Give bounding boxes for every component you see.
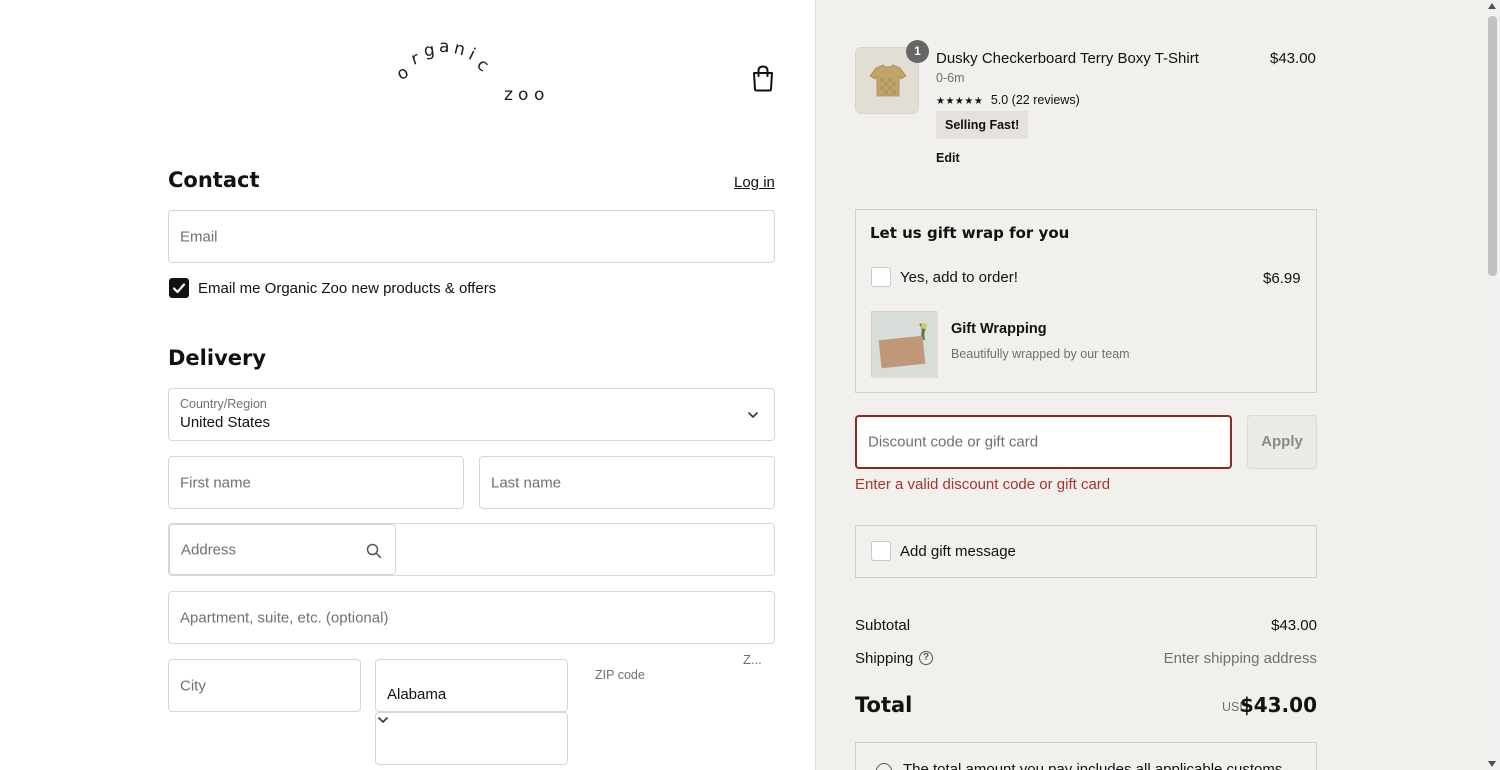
svg-text:g: g [423,40,438,62]
gift-wrap-checkbox-label[interactable]: Yes, add to order! [900,269,1018,286]
product-price: $43.00 [1270,50,1316,67]
discount-placeholder: Discount code or gift card [868,433,1039,451]
country-label: Country/Region [180,397,267,411]
checkmark-icon [172,283,186,294]
rating-stars-icon: ★★★★★ [936,96,984,107]
apartment-placeholder: Apartment, suite, etc. (optional) [180,609,389,626]
svg-text:a: a [439,37,452,57]
gift-message-checkbox[interactable] [871,541,891,561]
marketing-checkbox-label[interactable]: Email me Organic Zoo new products & offe… [198,280,496,297]
discount-error-message: Enter a valid discount code or gift card [855,476,1111,493]
scrollbar-thumb[interactable] [1488,16,1497,276]
quantity-badge: 1 [906,40,929,63]
svg-text:o: o [518,85,530,105]
rating-text: 5.0 (22 reviews) [990,93,1080,107]
logo-mark: o r g a n i c z o o [394,37,546,105]
svg-text:z: z [504,85,515,105]
selling-fast-badge: Selling Fast! [936,111,1029,139]
apply-discount-button[interactable]: Apply [1247,415,1317,469]
search-icon [366,543,382,559]
help-icon[interactable]: ? [919,651,933,665]
last-name-field[interactable]: Last name [479,456,775,509]
last-name-placeholder: Last name [491,474,562,491]
organic-zoo-logo[interactable]: o r g a n i c z o o [392,37,552,108]
page-scrollbar[interactable] [1485,0,1500,770]
email-field[interactable]: Email [168,210,775,263]
edit-item-link[interactable]: Edit [936,151,960,165]
product-rating: ★★★★★ 5.0 (22 reviews) [936,93,1080,107]
checkout-form-panel: o r g a n i c z o o Contact Log in Email… [0,0,815,770]
subtotal-value: $43.00 [1271,617,1317,634]
gift-wrap-price: $6.99 [1263,270,1301,287]
address-placeholder: Address [181,541,237,558]
marketing-checkbox[interactable] [169,278,189,298]
first-name-field[interactable]: First name [168,456,464,509]
svg-text:o: o [534,85,546,105]
apartment-field[interactable]: Apartment, suite, etc. (optional) [168,591,775,644]
shipping-value: Enter shipping address [1163,650,1317,667]
city-placeholder: City [180,677,206,694]
zip-truncated-label[interactable]: Z... [743,652,762,667]
country-value: United States [180,414,271,431]
gift-wrapping-name: Gift Wrapping [951,321,1047,337]
gift-wrap-checkbox[interactable] [871,267,891,287]
scroll-up-arrow-icon[interactable] [1488,3,1496,9]
country-select[interactable]: Country/Region United States [168,388,775,441]
duty-notice-text: The total amount you pay includes all ap… [903,761,1283,770]
product-title: Dusky Checkerboard Terry Boxy T-Shirt [936,50,1199,67]
gift-box-image [872,312,938,378]
address-field[interactable]: Address [169,524,396,575]
gift-wrapping-image [871,311,938,378]
discount-code-input[interactable]: Discount code or gift card [855,415,1232,469]
total-value: $43.00 [1239,693,1317,717]
duty-notice-box: The total amount you pay includes all ap… [855,742,1317,770]
zip-label: ZIP code [595,668,645,682]
shipping-label: Shipping [855,650,914,667]
total-label: Total [855,693,913,717]
gift-wrap-title: Let us gift wrap for you [870,224,1070,242]
contact-heading: Contact [168,168,260,192]
email-placeholder: Email [180,228,218,245]
chevron-down-icon [748,412,758,418]
city-field[interactable]: City [168,659,361,712]
subtotal-label: Subtotal [855,617,911,634]
state-value: Alabama [387,686,447,703]
svg-text:n: n [452,38,469,60]
svg-text:c: c [473,55,494,78]
info-icon [876,763,892,770]
delivery-heading: Delivery [168,346,267,370]
svg-text:r: r [409,48,424,70]
login-link[interactable]: Log in [734,174,775,191]
product-variant: 0-6m [936,71,965,85]
chevron-down-icon [378,717,388,723]
scroll-down-arrow-icon[interactable] [1488,761,1496,767]
state-select-overflow [375,712,568,765]
gift-message-label[interactable]: Add gift message [900,543,1016,560]
svg-text:o: o [394,61,414,84]
shopping-bag-icon[interactable] [750,64,776,92]
gift-wrapping-description: Beautifully wrapped by our team [951,347,1130,361]
state-select[interactable]: Alabama [375,659,568,712]
first-name-placeholder: First name [180,474,251,491]
